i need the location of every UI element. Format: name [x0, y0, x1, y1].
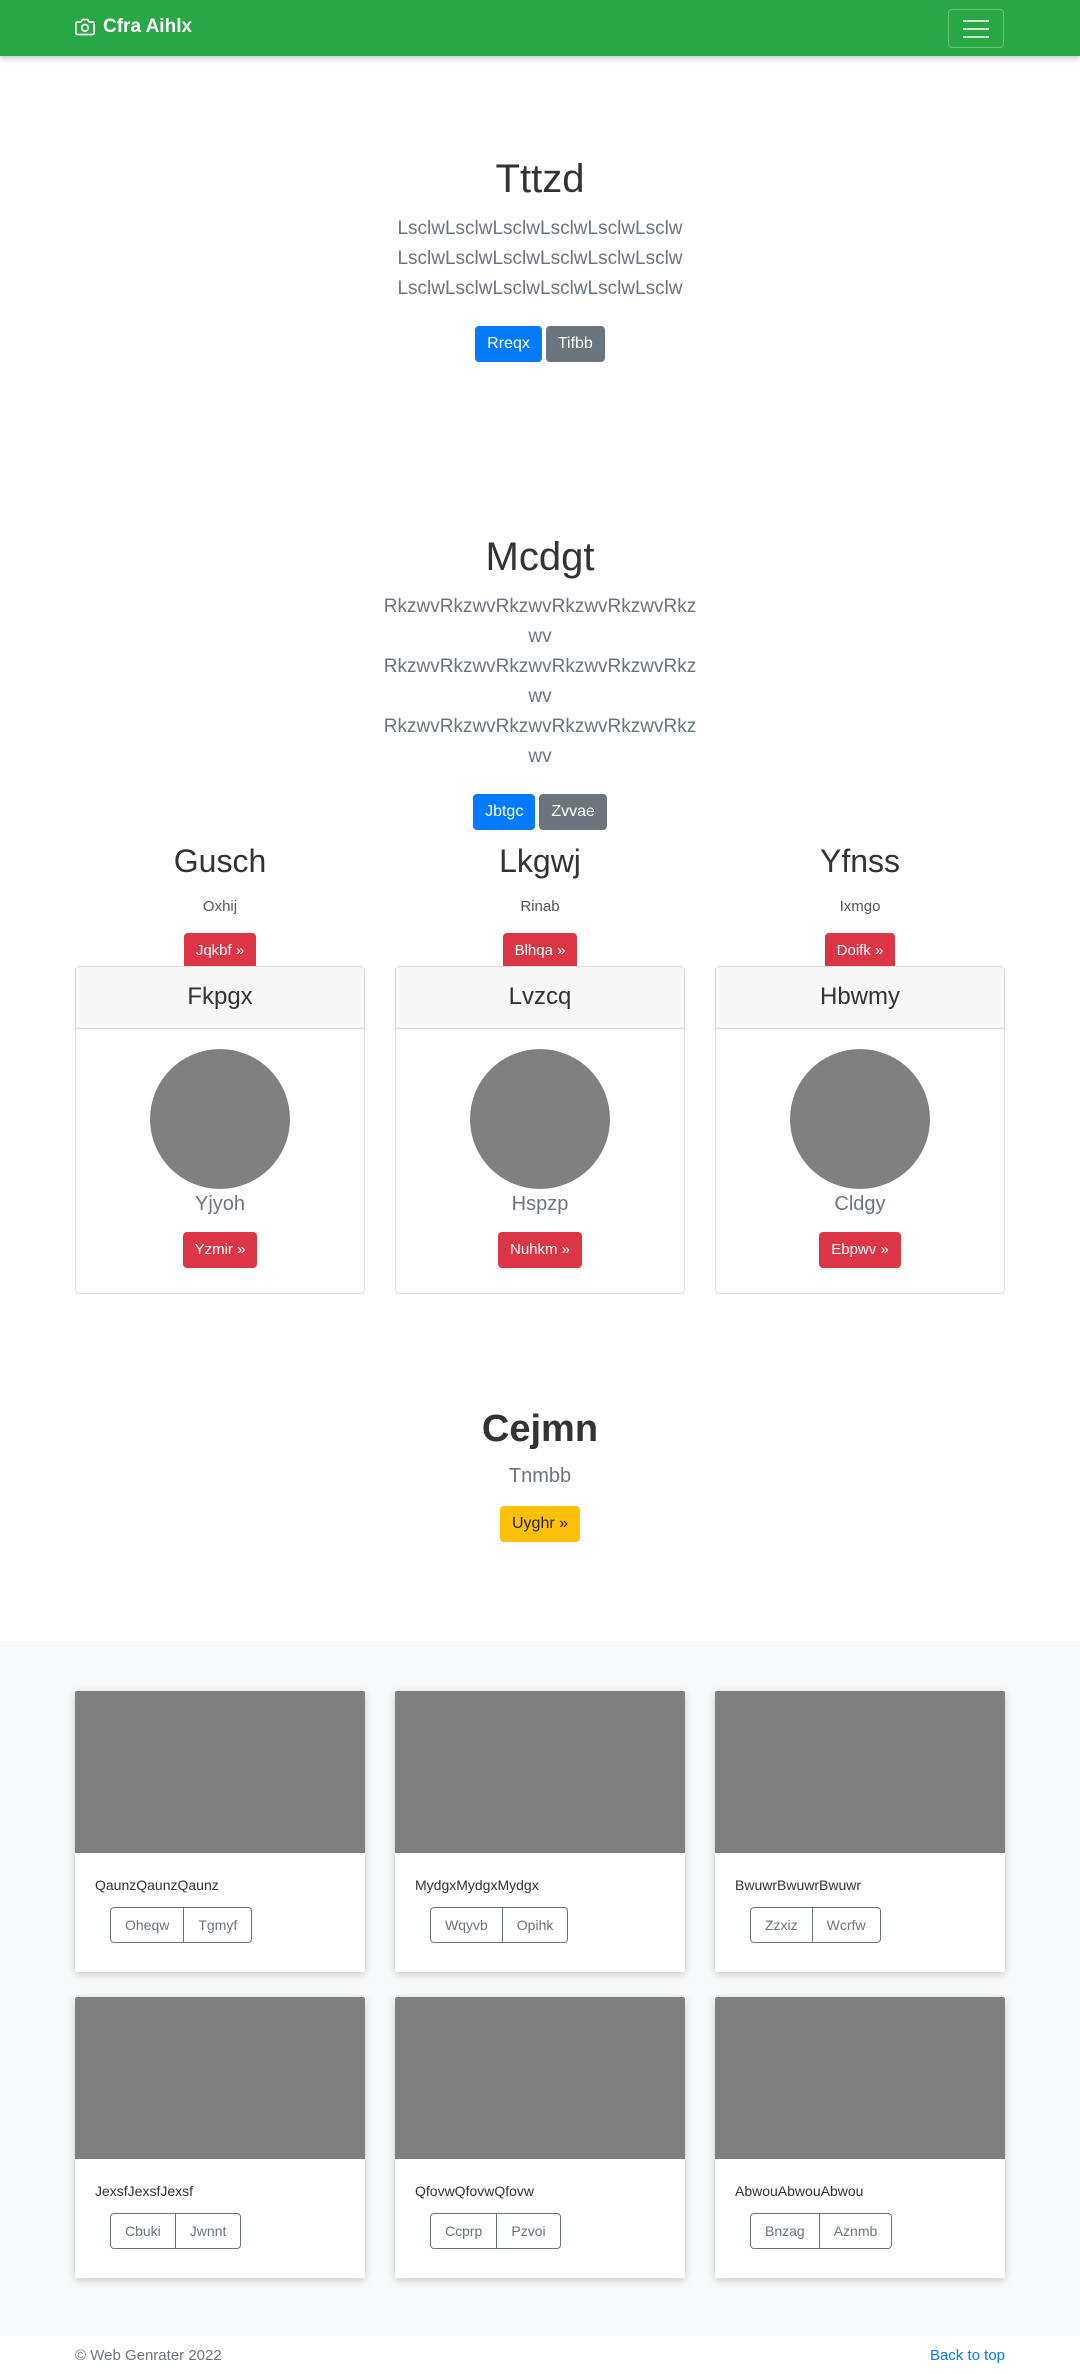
profile-card: Hbwmy Cldgy Ebpwv »: [715, 966, 1005, 1294]
album-button-1[interactable]: Wqyvb: [430, 1907, 503, 1943]
feature-heading: Yfnss: [819, 843, 901, 879]
button-group: Bnzag Aznmb: [750, 2213, 893, 2249]
brand-label: Cfra Aihlx: [103, 16, 193, 37]
profile-card: Fkpgx Yjyoh Yzmir »: [75, 966, 365, 1294]
button-group: Cbuki Jwnnt: [110, 2213, 242, 2249]
hero-1-lead: LsclwLsclwLsclwLsclwLsclwLsclw LsclwLscl…: [397, 218, 683, 299]
feature-button[interactable]: Doifk »: [824, 933, 896, 969]
navbar: Cfra Aihlx: [0, 0, 1080, 56]
footer: © Web Genrater 2022 Back to top: [75, 2336, 1005, 2374]
album-card: AbwouAbwouAbwou Bnzag Aznmb: [715, 1997, 1005, 2278]
hero-1-primary-button[interactable]: Rreqx: [475, 326, 542, 362]
album-card: QfovwQfovwQfovw Ccprp Pzvoi: [395, 1997, 685, 2278]
hero-2-lead: RkzwvRkzwvRkzwvRkzwvRkzwvRkzwv RkzwvRkzw…: [383, 596, 697, 767]
camera-icon: [75, 18, 95, 36]
feature-text: Rinab: [520, 898, 560, 915]
cta-title: Cejmn: [481, 1408, 599, 1450]
album-button-1[interactable]: Ccprp: [430, 2213, 498, 2249]
profile-name: Hspzp: [511, 1193, 569, 1215]
album-button-1[interactable]: Zzxiz: [750, 1907, 813, 1943]
album-section: QaunzQaunzQaunz Oheqw Tgmyf MydgxMydgxMy…: [0, 1641, 1080, 2336]
album-card: MydgxMydgxMydgx Wqyvb Opihk: [395, 1691, 685, 1972]
avatar: [470, 1049, 610, 1189]
album-button-2[interactable]: Pzvoi: [497, 2213, 561, 2249]
hero-section-2: Mcdgt RkzwvRkzwvRkzwvRkzwvRkzwvRkzwv Rkz…: [0, 535, 1080, 830]
profile-cards: Fkpgx Yjyoh Yzmir » Lvzcq Hspzp Nuhkm » …: [75, 966, 1005, 1294]
back-to-top-link[interactable]: Back to top: [930, 2347, 1005, 2364]
hero-section-1: Tttzd LsclwLsclwLsclwLsclwLsclwLsclw Lsc…: [0, 157, 1080, 362]
feature-button[interactable]: Blhqa »: [502, 933, 578, 969]
album-button-2[interactable]: Opihk: [502, 1907, 569, 1943]
navbar-brand[interactable]: Cfra Aihlx: [75, 16, 192, 38]
feature-column: Yfnss Ixmgo Doifk »: [715, 843, 1005, 969]
avatar: [150, 1049, 290, 1189]
cta-section: Cejmn Tnmbb Uyghr »: [0, 1408, 1080, 1542]
profile-name: Cldgy: [834, 1193, 886, 1215]
album-card-text: QfovwQfovwQfovw: [415, 2183, 535, 2199]
hero-2-secondary-button[interactable]: Zvvae: [539, 794, 607, 830]
button-group: Zzxiz Wcrfw: [750, 1907, 881, 1943]
album-button-1[interactable]: Bnzag: [750, 2213, 820, 2249]
album-button-2[interactable]: Jwnnt: [175, 2213, 242, 2249]
album-card-text: JexsfJexsfJexsf: [95, 2183, 194, 2199]
copyright-text: © Web Genrater 2022: [75, 2346, 222, 2364]
hero-2-primary-button[interactable]: Jbtgc: [473, 794, 536, 830]
album-card: QaunzQaunzQaunz Oheqw Tgmyf: [75, 1691, 365, 1972]
album-button-1[interactable]: Oheqw: [110, 1907, 185, 1943]
album-button-1[interactable]: Cbuki: [110, 2213, 176, 2249]
navbar-toggler-button[interactable]: [948, 9, 1004, 48]
button-group: Oheqw Tgmyf: [110, 1907, 253, 1943]
album-button-2[interactable]: Aznmb: [819, 2213, 893, 2249]
thumbnail-image: [75, 1691, 365, 1853]
profile-button[interactable]: Ebpwv »: [819, 1232, 901, 1268]
hero-1-title: Tttzd: [495, 157, 585, 201]
thumbnail-image: [395, 1691, 685, 1853]
album-card: BwuwrBwuwrBwuwr Zzxiz Wcrfw: [715, 1691, 1005, 1972]
feature-column: Gusch Oxhij Jqkbf »: [75, 843, 365, 969]
button-group: Wqyvb Opihk: [430, 1907, 569, 1943]
feature-button[interactable]: Jqkbf »: [183, 933, 257, 969]
button-group: Ccprp Pzvoi: [430, 2213, 561, 2249]
thumbnail-image: [395, 1997, 685, 2159]
profile-card-header: Fkpgx: [76, 967, 364, 1029]
album-button-2[interactable]: Tgmyf: [184, 1907, 253, 1943]
feature-text: Ixmgo: [839, 898, 881, 915]
feature-text: Oxhij: [202, 898, 238, 915]
hero-2-title: Mcdgt: [485, 535, 595, 579]
hamburger-icon: [963, 19, 989, 22]
hero-1-secondary-button[interactable]: Tifbb: [545, 326, 605, 362]
album-card-text: AbwouAbwouAbwou: [735, 2183, 864, 2199]
profile-card-header: Lvzcq: [396, 967, 684, 1029]
album-card-text: BwuwrBwuwrBwuwr: [735, 1877, 862, 1893]
profile-button[interactable]: Yzmir »: [182, 1232, 258, 1268]
thumbnail-image: [715, 1997, 1005, 2159]
album-card-text: QaunzQaunzQaunz: [95, 1877, 219, 1893]
album-button-2[interactable]: Wcrfw: [812, 1907, 881, 1943]
feature-column: Lkgwj Rinab Blhqa »: [395, 843, 685, 969]
cta-button[interactable]: Uyghr »: [499, 1506, 581, 1542]
profile-card-header: Hbwmy: [716, 967, 1004, 1029]
thumbnail-image: [75, 1997, 365, 2159]
profile-name: Yjyoh: [194, 1193, 246, 1215]
thumbnail-image: [715, 1691, 1005, 1853]
avatar: [790, 1049, 930, 1189]
album-card-text: MydgxMydgxMydgx: [415, 1877, 539, 1893]
feature-columns: Gusch Oxhij Jqkbf » Lkgwj Rinab Blhqa » …: [75, 843, 1005, 969]
feature-heading: Gusch: [173, 843, 267, 879]
album-card: JexsfJexsfJexsf Cbuki Jwnnt: [75, 1997, 365, 2278]
profile-button[interactable]: Nuhkm »: [497, 1232, 583, 1268]
feature-heading: Lkgwj: [499, 843, 581, 879]
profile-card: Lvzcq Hspzp Nuhkm »: [395, 966, 685, 1294]
cta-text: Tnmbb: [508, 1465, 572, 1487]
